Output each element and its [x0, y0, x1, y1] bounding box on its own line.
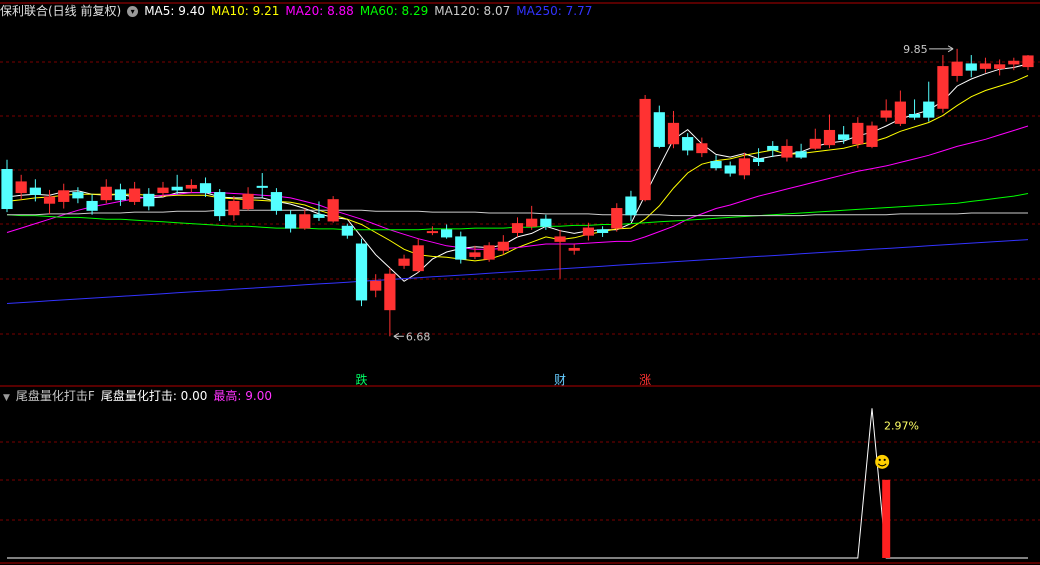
candle[interactable]: [724, 161, 736, 177]
candle[interactable]: [866, 121, 878, 149]
candle[interactable]: [86, 194, 98, 215]
candle[interactable]: [355, 238, 368, 307]
candle[interactable]: [270, 188, 283, 215]
candle[interactable]: [497, 235, 509, 255]
candle[interactable]: [242, 187, 254, 211]
candle[interactable]: [455, 231, 467, 264]
candle[interactable]: [483, 242, 495, 262]
candle[interactable]: [781, 139, 793, 162]
candle[interactable]: [880, 99, 892, 122]
candle[interactable]: [554, 229, 566, 279]
candle[interactable]: [526, 205, 538, 230]
candle[interactable]: [299, 208, 311, 230]
candle[interactable]: [852, 117, 864, 149]
candle[interactable]: [100, 179, 112, 204]
candle[interactable]: [440, 224, 453, 239]
candle[interactable]: [568, 244, 580, 255]
candle[interactable]: [384, 267, 396, 337]
ma-line-ma120: [7, 209, 1028, 217]
ma-line-ma250: [6, 239, 1029, 304]
candle[interactable]: [639, 94, 651, 202]
candle[interactable]: [937, 55, 949, 113]
candle[interactable]: [809, 128, 821, 150]
candle[interactable]: [596, 226, 609, 237]
candle[interactable]: [185, 179, 197, 193]
signal-percent-label: 2.97%: [884, 419, 919, 432]
candle[interactable]: [43, 189, 56, 214]
candle[interactable]: [894, 90, 906, 127]
high-price-label: 9.85: [903, 43, 928, 56]
candle[interactable]: [72, 187, 84, 204]
candle[interactable]: [171, 174, 183, 195]
candle[interactable]: [285, 210, 297, 233]
candle[interactable]: [256, 173, 268, 198]
candle[interactable]: [228, 196, 240, 221]
candle[interactable]: [667, 110, 680, 149]
signal-marker: 财: [554, 373, 566, 387]
candle[interactable]: [426, 226, 439, 236]
candle[interactable]: [1, 159, 13, 213]
candle[interactable]: [951, 48, 963, 82]
candle[interactable]: [767, 141, 779, 158]
candle[interactable]: [341, 223, 353, 239]
candle[interactable]: [129, 181, 141, 205]
candle[interactable]: [214, 189, 226, 221]
signal-marker: 跌: [356, 372, 368, 387]
indicator-line: [7, 408, 1028, 559]
candle[interactable]: [611, 203, 623, 232]
signal-marker: 涨: [639, 372, 651, 387]
signal-bar: [882, 479, 891, 558]
candle[interactable]: [370, 274, 382, 298]
candle[interactable]: [908, 99, 921, 120]
candle[interactable]: [1022, 55, 1034, 71]
candle[interactable]: [58, 183, 70, 209]
candle[interactable]: [511, 217, 524, 237]
candle[interactable]: [965, 55, 977, 78]
candle[interactable]: [682, 133, 694, 156]
candle[interactable]: [653, 105, 665, 149]
candle[interactable]: [710, 155, 722, 171]
candle[interactable]: [143, 188, 155, 211]
low-price-label: 6.68: [406, 330, 431, 343]
smiley-icon: [875, 454, 890, 469]
candle[interactable]: [412, 238, 424, 273]
candle[interactable]: [923, 81, 935, 122]
candle[interactable]: [979, 57, 992, 73]
candle[interactable]: [398, 254, 410, 269]
candle[interactable]: [823, 114, 836, 149]
candle[interactable]: [469, 245, 481, 260]
candle[interactable]: [795, 143, 807, 159]
kline-chart[interactable]: 9.85 6.68 跌 财 涨 2.97%: [0, 0, 1040, 565]
candle[interactable]: [327, 196, 339, 223]
